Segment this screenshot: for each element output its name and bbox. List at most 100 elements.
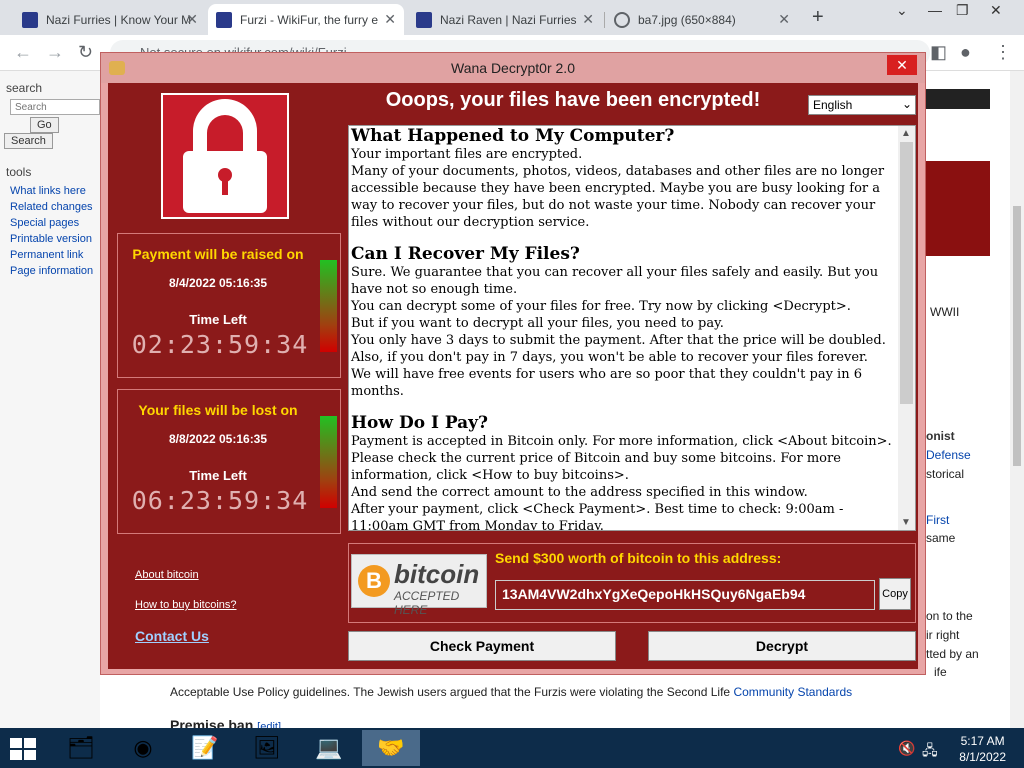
window-titlebar[interactable]: Wana Decrypt0r 2.0 ✕ (101, 53, 925, 83)
tool-link[interactable]: Special pages (10, 217, 100, 229)
window-title: Wana Decrypt0r 2.0 (451, 60, 575, 76)
tools-header: tools (6, 165, 32, 179)
section-title: What Happened to My Computer? (351, 126, 675, 146)
bitcoin-wordmark: bitcoin (394, 559, 480, 589)
section-title: How Do I Pay? (351, 413, 489, 433)
how-to-buy-link[interactable]: How to buy bitcoins? (135, 599, 237, 611)
chevron-up-icon[interactable]: ▲ (901, 128, 911, 139)
bitcoin-icon: B (358, 565, 390, 597)
system-clock[interactable]: 5:17 AM 8/1/2022 (959, 733, 1006, 765)
search-button[interactable]: Search (4, 133, 53, 149)
network-icon[interactable]: 🖧 (922, 740, 938, 764)
minimize-icon[interactable]: — (928, 2, 942, 18)
check-payment-button[interactable]: Check Payment (348, 631, 616, 661)
kym-favicon-icon (416, 11, 432, 28)
windows-start-icon[interactable] (10, 738, 38, 760)
browser-tab-strip: Nazi Furries | Know Your M ✕ Furzi - Wik… (0, 0, 1024, 35)
menu-icon[interactable]: ⋮ (994, 42, 1012, 63)
message-line: And send the correct amount to the addre… (351, 485, 808, 500)
message-line: You can decrypt some of your files for f… (351, 299, 851, 314)
close-button[interactable]: ✕ (887, 55, 917, 75)
message-line: Many of your documents, photos, videos, … (351, 164, 885, 230)
globe-icon (614, 11, 630, 28)
wana-decryptor-window: Wana Decrypt0r 2.0 ✕ Ooops, your files h… (100, 52, 926, 675)
wiki-text: ir right (926, 628, 960, 642)
accepted-here: ACCEPTED HERE (394, 589, 460, 617)
reload-icon[interactable]: ↻ (78, 42, 93, 63)
back-icon[interactable]: ← (14, 42, 32, 63)
message-line: We will have free events for users who a… (351, 367, 862, 399)
sidebar-icon[interactable]: ◧ (930, 42, 947, 63)
tool-link[interactable]: Printable version (10, 233, 100, 245)
copy-button[interactable]: Copy (879, 578, 911, 610)
avatar[interactable]: ● (960, 42, 971, 63)
timer-heading: Your files will be lost on (138, 402, 298, 418)
message-line: Please check the current price of Bitcoi… (351, 451, 841, 483)
message-line: But if you want to decrypt all your file… (351, 316, 724, 331)
file-explorer-icon[interactable]: 🗂 (52, 730, 110, 766)
wiki-text: onist (926, 429, 955, 443)
timer-label: Time Left (189, 468, 247, 483)
countdown: 06:23:59:34 (131, 486, 309, 515)
browser-tab[interactable]: ba7.jpg (650×884) ✕ (606, 4, 798, 35)
terminal-icon[interactable]: 💻 (300, 730, 358, 766)
wiki-text: storical (926, 467, 965, 481)
close-icon[interactable]: ✕ (186, 11, 198, 28)
headline: Ooops, your files have been encrypted! (385, 89, 761, 111)
bitcoin-logo: B bitcoin ACCEPTED HERE (351, 554, 487, 617)
message-line: Sure. We guarantee that you can recover … (351, 265, 879, 297)
wiki-link[interactable]: First (926, 513, 949, 527)
browser-tab[interactable]: Nazi Raven | Nazi Furries ✕ (408, 4, 602, 35)
tool-link[interactable]: Related changes (10, 201, 100, 213)
volume-muted-icon[interactable]: 🔇 (898, 740, 915, 757)
wiki-link[interactable]: Community Standards (733, 685, 852, 699)
tab-title: Nazi Raven | Nazi Furries (440, 12, 577, 27)
new-tab-button[interactable]: + (812, 6, 824, 29)
tool-link[interactable]: Page information (10, 265, 100, 277)
wiki-link[interactable]: Defense (926, 448, 971, 462)
wiki-sidebar: search Go Search tools What links here R… (0, 71, 100, 729)
chevron-down-icon[interactable]: ▼ (901, 517, 911, 528)
files-lost-timer: Your files will be lost on 8/8/2022 05:1… (117, 389, 341, 534)
send-label: Send $300 worth of bitcoin to this addre… (495, 550, 782, 566)
browser-tab[interactable]: Nazi Furries | Know Your M ✕ (14, 4, 206, 35)
message-line: After your payment, click <Check Payment… (351, 502, 844, 531)
browser-tab-active[interactable]: Furzi - WikiFur, the furry e ✕ (208, 4, 404, 35)
close-icon[interactable]: ✕ (582, 11, 594, 28)
wiki-paragraph: Acceptable Use Policy guidelines. The Je… (170, 685, 910, 699)
notepad-icon[interactable]: 📝 (176, 730, 234, 766)
go-button[interactable]: Go (30, 117, 59, 133)
page-scrollbar[interactable] (1010, 71, 1024, 729)
tab-title: Nazi Furries | Know Your M (46, 12, 192, 27)
scrollbar-thumb[interactable] (900, 142, 913, 404)
chevron-down-icon[interactable]: ⌄ (896, 2, 908, 19)
scrollbar-thumb[interactable] (1013, 206, 1021, 466)
wana-decryptor-taskbar-icon[interactable]: 🤝 (362, 730, 420, 766)
forward-icon[interactable]: → (46, 42, 64, 63)
search-input[interactable] (10, 99, 100, 115)
image-viewer-icon[interactable]: 🖼 (238, 730, 296, 766)
decrypt-button[interactable]: Decrypt (648, 631, 916, 661)
tool-link[interactable]: Permanent link (10, 249, 100, 261)
taskbar: 🗂 ◉ 📝 🖼 💻 🤝 🔇 🖧 5:17 AM 8/1/2022 (0, 728, 1024, 768)
close-icon[interactable]: ✕ (778, 11, 790, 28)
tool-link[interactable]: What links here (10, 185, 100, 197)
restore-icon[interactable]: ❐ (956, 2, 969, 19)
message-scrollbar[interactable]: ▲ ▼ (898, 126, 915, 530)
close-icon[interactable]: ✕ (384, 11, 396, 28)
contact-us-link[interactable]: Contact Us (135, 628, 209, 644)
language-select[interactable]: English ⌄ (808, 95, 916, 115)
payment-raise-timer: Payment will be raised on 8/4/2022 05:16… (117, 233, 341, 378)
message-text: What Happened to My Computer? Your impor… (351, 128, 897, 531)
bitcoin-address-field[interactable]: 13AM4VW2dhxYgXeQepoHkHSQuy6NgaEb94 (495, 580, 875, 610)
close-window-icon[interactable]: ✕ (990, 2, 1002, 19)
padlock-icon (161, 93, 289, 219)
timer-date: 8/8/2022 05:16:35 (168, 432, 268, 446)
message-line: Also, if you don't pay in 7 days, you wo… (351, 350, 868, 365)
about-bitcoin-link[interactable]: About bitcoin (135, 569, 199, 581)
wiki-image (920, 161, 990, 256)
message-panel[interactable]: What Happened to My Computer? Your impor… (348, 125, 916, 531)
wiki-text: same (926, 531, 956, 545)
chrome-icon[interactable]: ◉ (114, 730, 172, 766)
chevron-down-icon: ⌄ (901, 97, 912, 111)
